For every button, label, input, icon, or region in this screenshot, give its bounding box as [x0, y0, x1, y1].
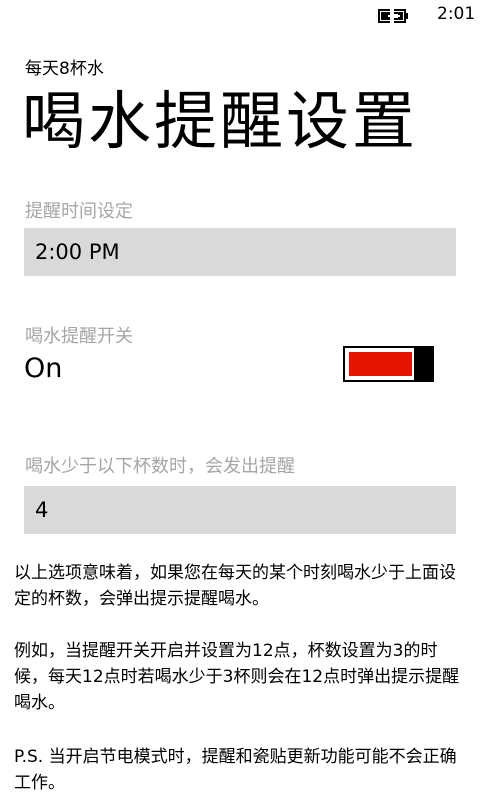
reminder-toggle-switch[interactable] — [343, 346, 434, 382]
page-title: 喝水提醒设置 — [22, 85, 418, 158]
reminder-time-label: 提醒时间设定 — [25, 201, 133, 222]
description-paragraph-2: 例如，当提醒开关开启并设置为12点，杯数设置为3的时候，每天12点时若喝水少于3… — [14, 641, 460, 713]
toggle-track — [343, 346, 418, 382]
reminder-toggle-label: 喝水提醒开关 — [25, 326, 133, 347]
cup-threshold-label: 喝水少于以下杯数时，会发出提醒 — [25, 456, 295, 477]
description-paragraph-1: 以上选项意味着，如果您在每天的某个时刻喝水少于上面设定的杯数，会弹出提示提醒喝水… — [14, 563, 456, 609]
reminder-toggle-state: On — [24, 353, 63, 384]
description-paragraph-3: P.S. 当开启节电模式时，提醒和瓷贴更新功能可能不会正确工作。 — [14, 747, 457, 793]
reminder-time-picker[interactable]: 2:00 PM — [24, 228, 456, 276]
battery-charging-icon — [378, 9, 408, 23]
status-bar: 2:01 — [0, 0, 480, 32]
cup-threshold-input[interactable]: 4 — [24, 486, 456, 534]
app-title: 每天8杯水 — [25, 59, 104, 79]
toggle-fill — [349, 352, 412, 376]
toggle-thumb[interactable] — [414, 346, 434, 382]
status-clock: 2:01 — [437, 4, 476, 24]
